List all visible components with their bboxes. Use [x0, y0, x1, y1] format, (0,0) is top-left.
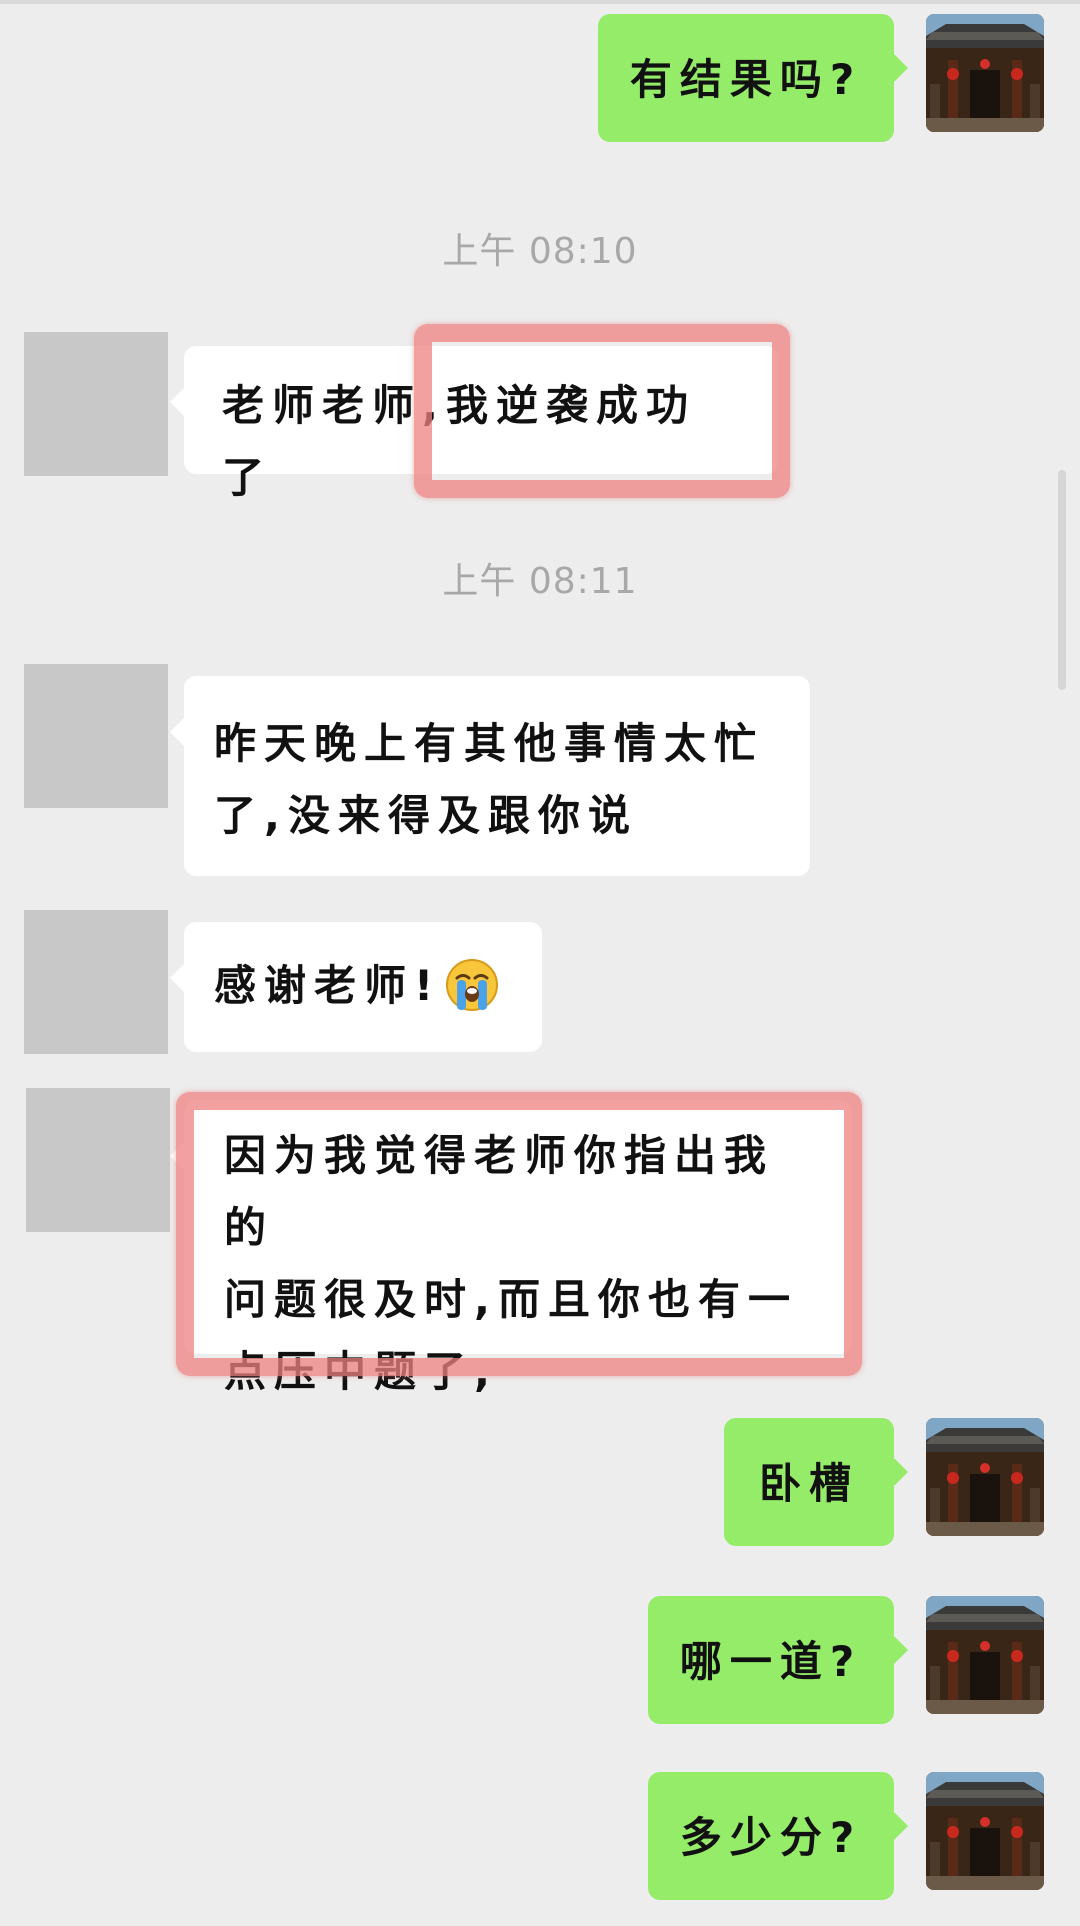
message-text: 多少分? [679, 1813, 863, 1862]
bubble-tail [894, 1812, 908, 1840]
scrollbar[interactable] [1058, 470, 1066, 690]
bubble-tail [894, 1458, 908, 1486]
temple-photo-icon [926, 1596, 1044, 1714]
message-text-line: 昨天晚上有其他事情太忙 [214, 719, 765, 768]
outgoing-message-bubble[interactable]: 有结果吗? [598, 14, 908, 142]
contact-avatar[interactable] [24, 664, 168, 808]
bubble-tail [170, 718, 184, 746]
self-avatar[interactable] [926, 14, 1044, 132]
highlight-box [414, 324, 790, 498]
incoming-message-bubble[interactable]: 昨天晚上有其他事情太忙 了,没来得及跟你说 [170, 676, 810, 876]
incoming-message-bubble[interactable]: 感谢老师! [170, 922, 542, 1052]
bubble-tail [170, 964, 184, 992]
message-text: 哪一道? [679, 1637, 863, 1686]
bubble-tail [170, 388, 184, 416]
highlight-box [176, 1092, 862, 1376]
temple-photo-icon [926, 14, 1044, 132]
timestamp: 上午 08:10 [442, 231, 638, 272]
contact-avatar[interactable] [26, 1088, 170, 1232]
top-divider [0, 0, 1080, 4]
contact-avatar[interactable] [24, 332, 168, 476]
outgoing-message-bubble[interactable]: 多少分? [648, 1772, 908, 1900]
bubble-tail [894, 54, 908, 82]
message-text: 感谢老师! [214, 961, 442, 1010]
message-text: 有结果吗? [629, 55, 863, 104]
self-avatar[interactable] [926, 1772, 1044, 1890]
timestamp: 上午 08:11 [442, 561, 638, 602]
message-text-line: 了,没来得及跟你说 [214, 791, 638, 840]
bubble-tail [894, 1636, 908, 1664]
temple-photo-icon [926, 1772, 1044, 1890]
crying-face-emoji-icon [446, 958, 499, 1011]
outgoing-message-bubble[interactable]: 卧槽 [724, 1418, 908, 1546]
temple-photo-icon [926, 1418, 1044, 1536]
self-avatar[interactable] [926, 1418, 1044, 1536]
outgoing-message-bubble[interactable]: 哪一道? [648, 1596, 908, 1724]
message-text: 卧槽 [758, 1459, 859, 1508]
self-avatar[interactable] [926, 1596, 1044, 1714]
contact-avatar[interactable] [24, 910, 168, 1054]
